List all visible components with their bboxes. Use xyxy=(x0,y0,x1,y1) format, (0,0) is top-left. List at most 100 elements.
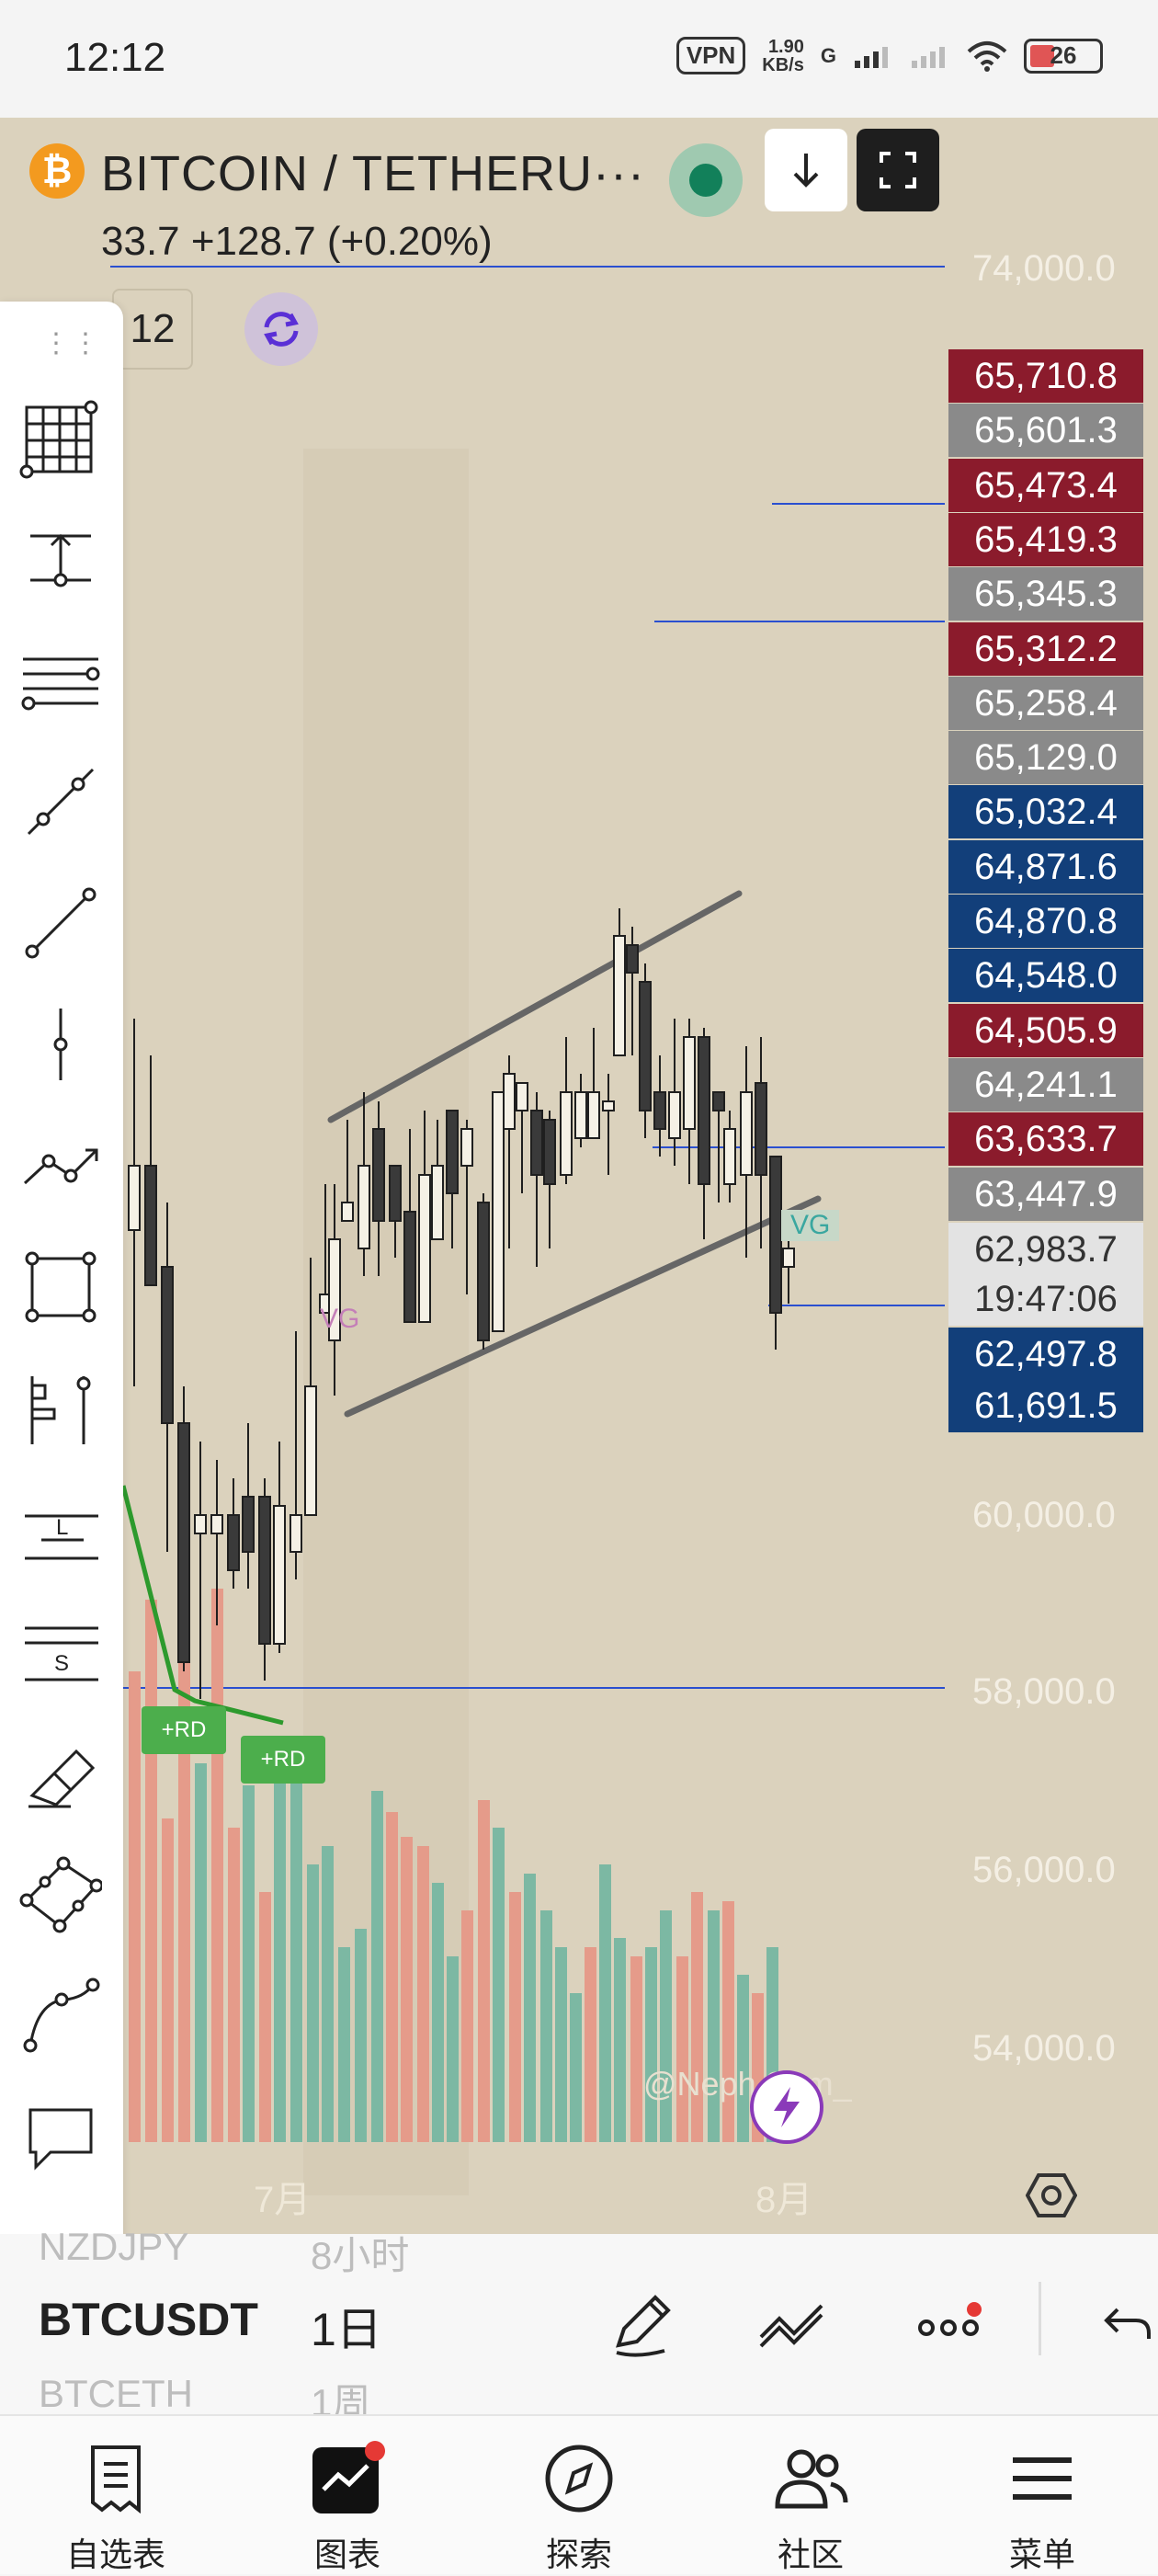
volume-bar xyxy=(540,1910,552,2142)
candle-up xyxy=(273,1505,286,1645)
volume-bar xyxy=(461,1910,473,2142)
candle-down xyxy=(372,1128,385,1222)
current-symbol[interactable]: BTCUSDT xyxy=(39,2293,258,2346)
indicator-icon xyxy=(759,2304,823,2348)
sync-button[interactable] xyxy=(244,292,318,366)
status-bar: 12:12 VPN 1.90 KB/s G 26 xyxy=(0,0,1158,120)
short-label-icon: S xyxy=(25,1626,98,1681)
volume-bar xyxy=(259,1892,271,2142)
volume-bar xyxy=(585,1947,596,2142)
candle-down xyxy=(712,1091,725,1111)
toolbar-drag-handle[interactable]: ⋮⋮ xyxy=(42,327,101,359)
symbol-bar: NZDJPY 8小时 BTCUSDT 1日 BTCETH 1周 xyxy=(0,2225,1158,2424)
candle-up xyxy=(587,1091,600,1139)
status-time: 12:12 xyxy=(64,35,166,80)
path-tool[interactable] xyxy=(15,1120,107,1212)
comment-tool[interactable] xyxy=(15,2091,107,2183)
grid-tool[interactable] xyxy=(15,392,107,484)
time-axis-label: 7月 xyxy=(254,2180,312,2220)
download-button[interactable] xyxy=(765,129,847,211)
long-position-tool[interactable] xyxy=(15,1362,107,1454)
candle-up xyxy=(613,935,626,1056)
hamburger-menu-icon xyxy=(1013,2457,1072,2500)
short-label-tool[interactable]: S xyxy=(15,1605,107,1697)
fullscreen-icon xyxy=(880,152,916,188)
volume-bar xyxy=(371,1791,383,2142)
nav-watchlist[interactable]: 自选表 xyxy=(42,2436,189,2576)
candle-down xyxy=(403,1211,416,1323)
price-label: 63,633.7 xyxy=(948,1112,1143,1166)
chart-area[interactable]: ₿ BITCOIN / TETHERU··· 33.7 +128.7 (+0.2… xyxy=(0,118,1158,2234)
curve-tool[interactable] xyxy=(15,1969,107,2061)
parallel-lines-tool[interactable] xyxy=(15,634,107,726)
candle-down xyxy=(477,1202,490,1341)
candle-down xyxy=(389,1165,402,1222)
nav-explore[interactable]: 探索 xyxy=(505,2436,653,2576)
candle-up xyxy=(194,1514,207,1534)
candle-up xyxy=(740,1091,753,1176)
nav-community[interactable]: 社区 xyxy=(737,2436,884,2576)
network-speed: 1.90 KB/s xyxy=(762,38,804,74)
volume-bar xyxy=(570,1993,582,2142)
price-label: 65,032.4 xyxy=(948,785,1143,838)
price-label: 65,473.4 xyxy=(948,459,1143,512)
rd-signal-tag[interactable]: +RD xyxy=(142,1706,226,1754)
prev-interval[interactable]: 8小时 xyxy=(311,2225,409,2281)
volume-bar xyxy=(676,1956,688,2142)
draw-button[interactable] xyxy=(607,2287,680,2361)
status-indicators: VPN 1.90 KB/s G 26 xyxy=(676,37,1103,74)
short-letter: S xyxy=(54,1651,69,1676)
trend-line-tool[interactable] xyxy=(15,877,107,969)
next-symbol[interactable]: BTCETH xyxy=(39,2372,193,2416)
polygon-tool[interactable] xyxy=(15,1848,107,1940)
bitcoin-logo-icon: ₿ xyxy=(29,143,85,199)
market-status-icon[interactable] xyxy=(669,143,743,217)
price-label: 65,601.3 xyxy=(948,404,1143,457)
nav-label: 图表 xyxy=(313,2536,380,2573)
candle-down xyxy=(769,1156,782,1314)
volume-bar xyxy=(599,1864,611,2142)
prev-symbol[interactable]: NZDJPY xyxy=(39,2225,188,2269)
candle-up xyxy=(782,1248,795,1268)
trend-segment-tool[interactable] xyxy=(15,756,107,848)
indicators-button[interactable] xyxy=(757,2287,831,2361)
current-interval[interactable]: 1日 xyxy=(311,2293,382,2359)
battery-level: 26 xyxy=(1050,41,1077,69)
price-label: 65,710.8 xyxy=(948,349,1143,403)
more-options-button[interactable] xyxy=(912,2287,985,2361)
undo-button[interactable] xyxy=(1090,2287,1158,2361)
price-axis-tick: 74,000.0 xyxy=(972,248,1116,289)
rectangle-tool[interactable] xyxy=(15,1241,107,1333)
vertical-line-tool[interactable] xyxy=(15,998,107,1090)
undo-icon xyxy=(1104,2308,1151,2339)
volume-bar xyxy=(555,1947,567,2142)
rd-signal-tag[interactable]: +RD xyxy=(241,1736,325,1784)
nav-chart[interactable]: 图表 xyxy=(274,2436,421,2576)
current-price: 62,983.7 xyxy=(974,1229,1118,1270)
brush-tool[interactable] xyxy=(15,1727,107,1818)
speed-unit: KB/s xyxy=(762,54,804,75)
pen-icon xyxy=(616,2295,671,2357)
volume-bar xyxy=(708,1910,720,2142)
polygon-icon xyxy=(19,1856,102,1933)
nav-menu[interactable]: 菜单 xyxy=(969,2436,1116,2576)
long-label-tool[interactable]: L xyxy=(15,1484,107,1576)
fullscreen-button[interactable] xyxy=(857,129,939,211)
candle-up xyxy=(210,1514,223,1534)
candle-up xyxy=(290,1514,302,1553)
horizontal-ray-tool[interactable] xyxy=(15,513,107,605)
interval-selector[interactable]: 12 xyxy=(112,289,193,370)
lightning-button[interactable] xyxy=(750,2070,823,2144)
symbol-title[interactable]: BITCOIN / TETHERU··· xyxy=(101,145,645,202)
battery-icon: 26 xyxy=(1024,38,1103,74)
wifi-icon xyxy=(967,40,1007,72)
candle-up xyxy=(560,1091,573,1176)
candle-up xyxy=(341,1202,354,1222)
watchlist-icon xyxy=(91,2445,141,2513)
lightning-icon xyxy=(774,2087,800,2127)
volume-bar xyxy=(614,1938,626,2142)
price-axis-tick: 60,000.0 xyxy=(972,1495,1116,1535)
chart-settings-icon[interactable] xyxy=(1026,2170,1077,2221)
more-dots-icon xyxy=(918,2302,982,2336)
candle-up xyxy=(516,1082,528,1111)
